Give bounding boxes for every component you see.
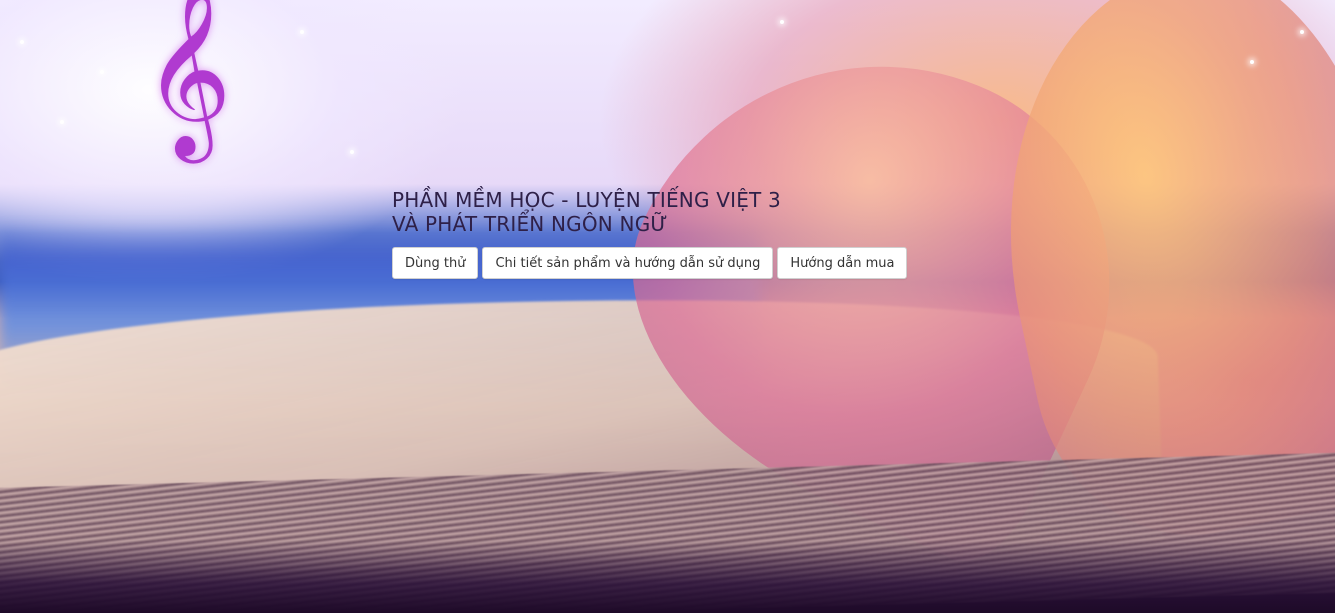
hero-content: PHẦN MỀM HỌC - LUYỆN TIẾNG VIỆT 3 VÀ PHÁ… [392, 188, 908, 279]
sparkle-decoration [350, 150, 354, 154]
sparkle-decoration [1300, 30, 1304, 34]
product-details-button[interactable]: Chi tiết sản phẩm và hướng dẫn sử dụng [482, 247, 774, 279]
try-button[interactable]: Dùng thử [392, 247, 479, 279]
sparkle-decoration [1250, 60, 1254, 64]
page-title-line2: VÀ PHÁT TRIỂN NGÔN NGỮ [392, 212, 668, 236]
purchase-guide-button[interactable]: Hướng dẫn mua [777, 247, 908, 279]
background-bottom-shade [0, 540, 1335, 613]
background-book-edge [0, 451, 1335, 613]
sparkle-decoration [100, 70, 104, 74]
sparkle-decoration [780, 20, 784, 24]
sparkle-decoration [60, 120, 64, 124]
sparkle-decoration [20, 40, 24, 44]
treble-clef-icon: 𝄞 [143, 0, 232, 156]
hero-banner: 𝄞 PHẦN MỀM HỌC - LUYỆN TIẾNG VIỆT 3 VÀ P… [0, 0, 1335, 613]
sparkle-decoration [300, 30, 304, 34]
page-title: PHẦN MỀM HỌC - LUYỆN TIẾNG VIỆT 3 VÀ PHÁ… [392, 188, 907, 236]
background-heart-page-right [955, 0, 1335, 564]
background-book-pages [0, 279, 1165, 581]
background-heart-page-left [569, 0, 1181, 579]
action-buttons: Dùng thử Chi tiết sản phẩm và hướng dẫn … [392, 247, 908, 279]
page-title-line1: PHẦN MỀM HỌC - LUYỆN TIẾNG VIỆT 3 [392, 188, 781, 212]
